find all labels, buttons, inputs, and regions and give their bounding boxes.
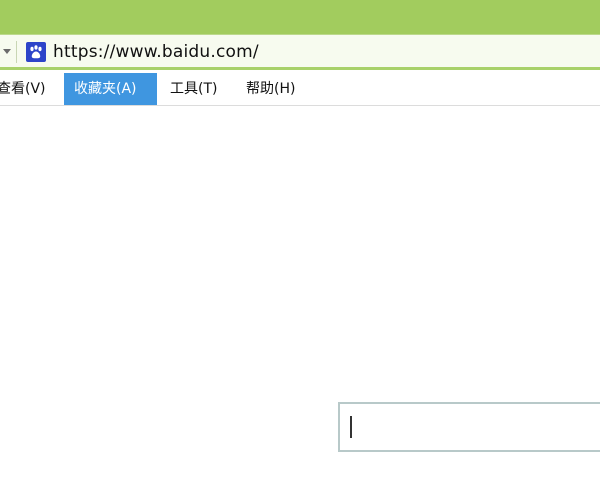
menu-item-help[interactable]: 帮助(H) <box>246 73 295 105</box>
window-titlebar <box>0 0 600 34</box>
chevron-down-icon <box>3 49 11 54</box>
menu-bar: 查看(V) 收藏夹(A) 工具(T) 帮助(H) <box>0 70 600 106</box>
nav-dropdown-button[interactable] <box>0 41 17 63</box>
text-caret <box>350 416 352 438</box>
menu-item-view[interactable]: 查看(V) <box>0 73 46 105</box>
address-bar: https://www.baidu.com/ <box>0 34 600 70</box>
search-input[interactable] <box>338 402 600 452</box>
menu-item-tools[interactable]: 工具(T) <box>170 73 217 105</box>
menu-item-favorites[interactable]: 收藏夹(A) <box>64 73 157 105</box>
baidu-paw-icon <box>26 42 46 62</box>
url-input[interactable]: https://www.baidu.com/ <box>53 41 259 63</box>
